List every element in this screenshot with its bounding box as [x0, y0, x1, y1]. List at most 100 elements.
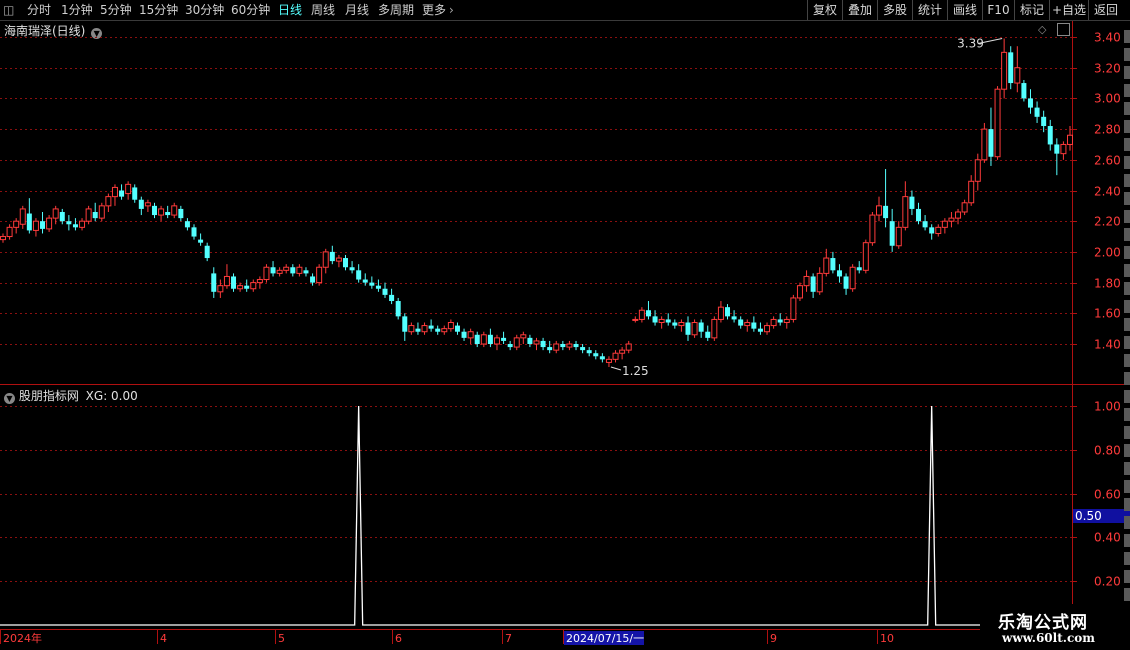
candle-body	[560, 344, 566, 348]
candle-body	[922, 221, 928, 228]
candle	[244, 279, 250, 292]
side-tab	[1124, 588, 1130, 601]
candle	[941, 218, 948, 234]
candle	[204, 242, 210, 262]
candle-body	[151, 205, 157, 216]
candle	[66, 215, 72, 231]
candle	[895, 221, 902, 249]
candle-body	[493, 337, 500, 345]
candle	[283, 264, 290, 274]
candle-body	[902, 196, 909, 228]
side-tab	[1124, 120, 1130, 133]
candle	[909, 190, 915, 216]
candle	[85, 205, 92, 225]
candle	[493, 334, 500, 351]
candle-body	[223, 275, 230, 287]
candle	[751, 316, 757, 332]
candle	[678, 319, 685, 332]
side-tab	[1124, 354, 1130, 367]
candle	[138, 196, 144, 216]
candle	[356, 264, 362, 283]
candle-body	[625, 343, 632, 351]
candle	[184, 218, 190, 231]
candle-body	[573, 344, 579, 348]
candle-body	[342, 258, 348, 268]
candle	[144, 199, 151, 212]
candle	[290, 264, 296, 277]
candle	[349, 261, 355, 274]
candle-body	[672, 322, 678, 326]
x-tick-label: 6	[395, 632, 402, 645]
candle	[13, 218, 20, 234]
candle	[26, 198, 32, 234]
candle	[744, 319, 751, 332]
candle-body	[935, 226, 942, 234]
candle	[158, 205, 165, 222]
candle-body	[645, 310, 651, 317]
candle	[428, 319, 434, 332]
candle	[796, 282, 803, 302]
candle-body	[329, 251, 335, 262]
candle	[263, 264, 270, 283]
candle	[52, 205, 59, 225]
candle	[843, 273, 849, 295]
max-price-label: 3.39	[957, 37, 984, 51]
candle	[533, 337, 540, 351]
candle	[889, 208, 895, 252]
candle-body	[836, 270, 842, 277]
candle	[1008, 46, 1014, 90]
candle	[935, 224, 942, 237]
candle-body	[454, 325, 460, 332]
candle-body	[52, 208, 59, 219]
candle	[256, 276, 263, 289]
x-tick-label: 7	[505, 632, 512, 645]
candle-body	[1054, 144, 1060, 154]
candle	[270, 261, 276, 277]
candle-body	[98, 205, 105, 219]
candle-body	[830, 258, 836, 271]
candle-body	[335, 257, 342, 262]
candle-body	[1034, 107, 1040, 117]
candle-body	[296, 266, 303, 274]
candle-body	[678, 322, 685, 327]
candle-body	[375, 285, 381, 289]
candle-body	[1014, 67, 1021, 84]
candle-body	[428, 325, 434, 329]
candle	[698, 319, 704, 338]
candle-body	[26, 213, 32, 231]
candle-body	[1027, 98, 1033, 108]
y-tick-label: 0.80	[1094, 444, 1121, 458]
candle-body	[968, 180, 975, 204]
candle	[191, 224, 197, 240]
candle	[79, 218, 86, 231]
candle-body	[389, 294, 395, 302]
candle-body	[941, 220, 948, 228]
candle-body	[875, 205, 882, 216]
x-tick-label: 2024/07/15/一	[566, 632, 644, 645]
candle	[830, 251, 836, 274]
candle	[612, 350, 619, 363]
y-tick-label: 1.80	[1094, 277, 1121, 291]
min-price-label: 1.25	[622, 364, 649, 378]
candle-body	[92, 211, 98, 219]
candle-body	[889, 221, 895, 246]
candle-body	[738, 319, 744, 326]
candle	[625, 340, 632, 354]
candle-body	[862, 242, 869, 271]
candle-body	[263, 266, 270, 281]
candle-body	[796, 285, 803, 299]
candle	[711, 316, 718, 341]
candle	[777, 313, 783, 326]
candle-body	[599, 356, 605, 360]
candle	[823, 248, 830, 277]
candle	[560, 340, 566, 351]
candle	[586, 347, 592, 357]
candle-body	[955, 211, 962, 219]
y-tick-label: 2.20	[1094, 215, 1121, 229]
candle	[322, 248, 329, 274]
candle	[916, 202, 922, 225]
candle-body	[408, 325, 415, 333]
candle-body	[441, 328, 448, 333]
candle	[335, 254, 342, 268]
candle-body	[125, 183, 132, 195]
